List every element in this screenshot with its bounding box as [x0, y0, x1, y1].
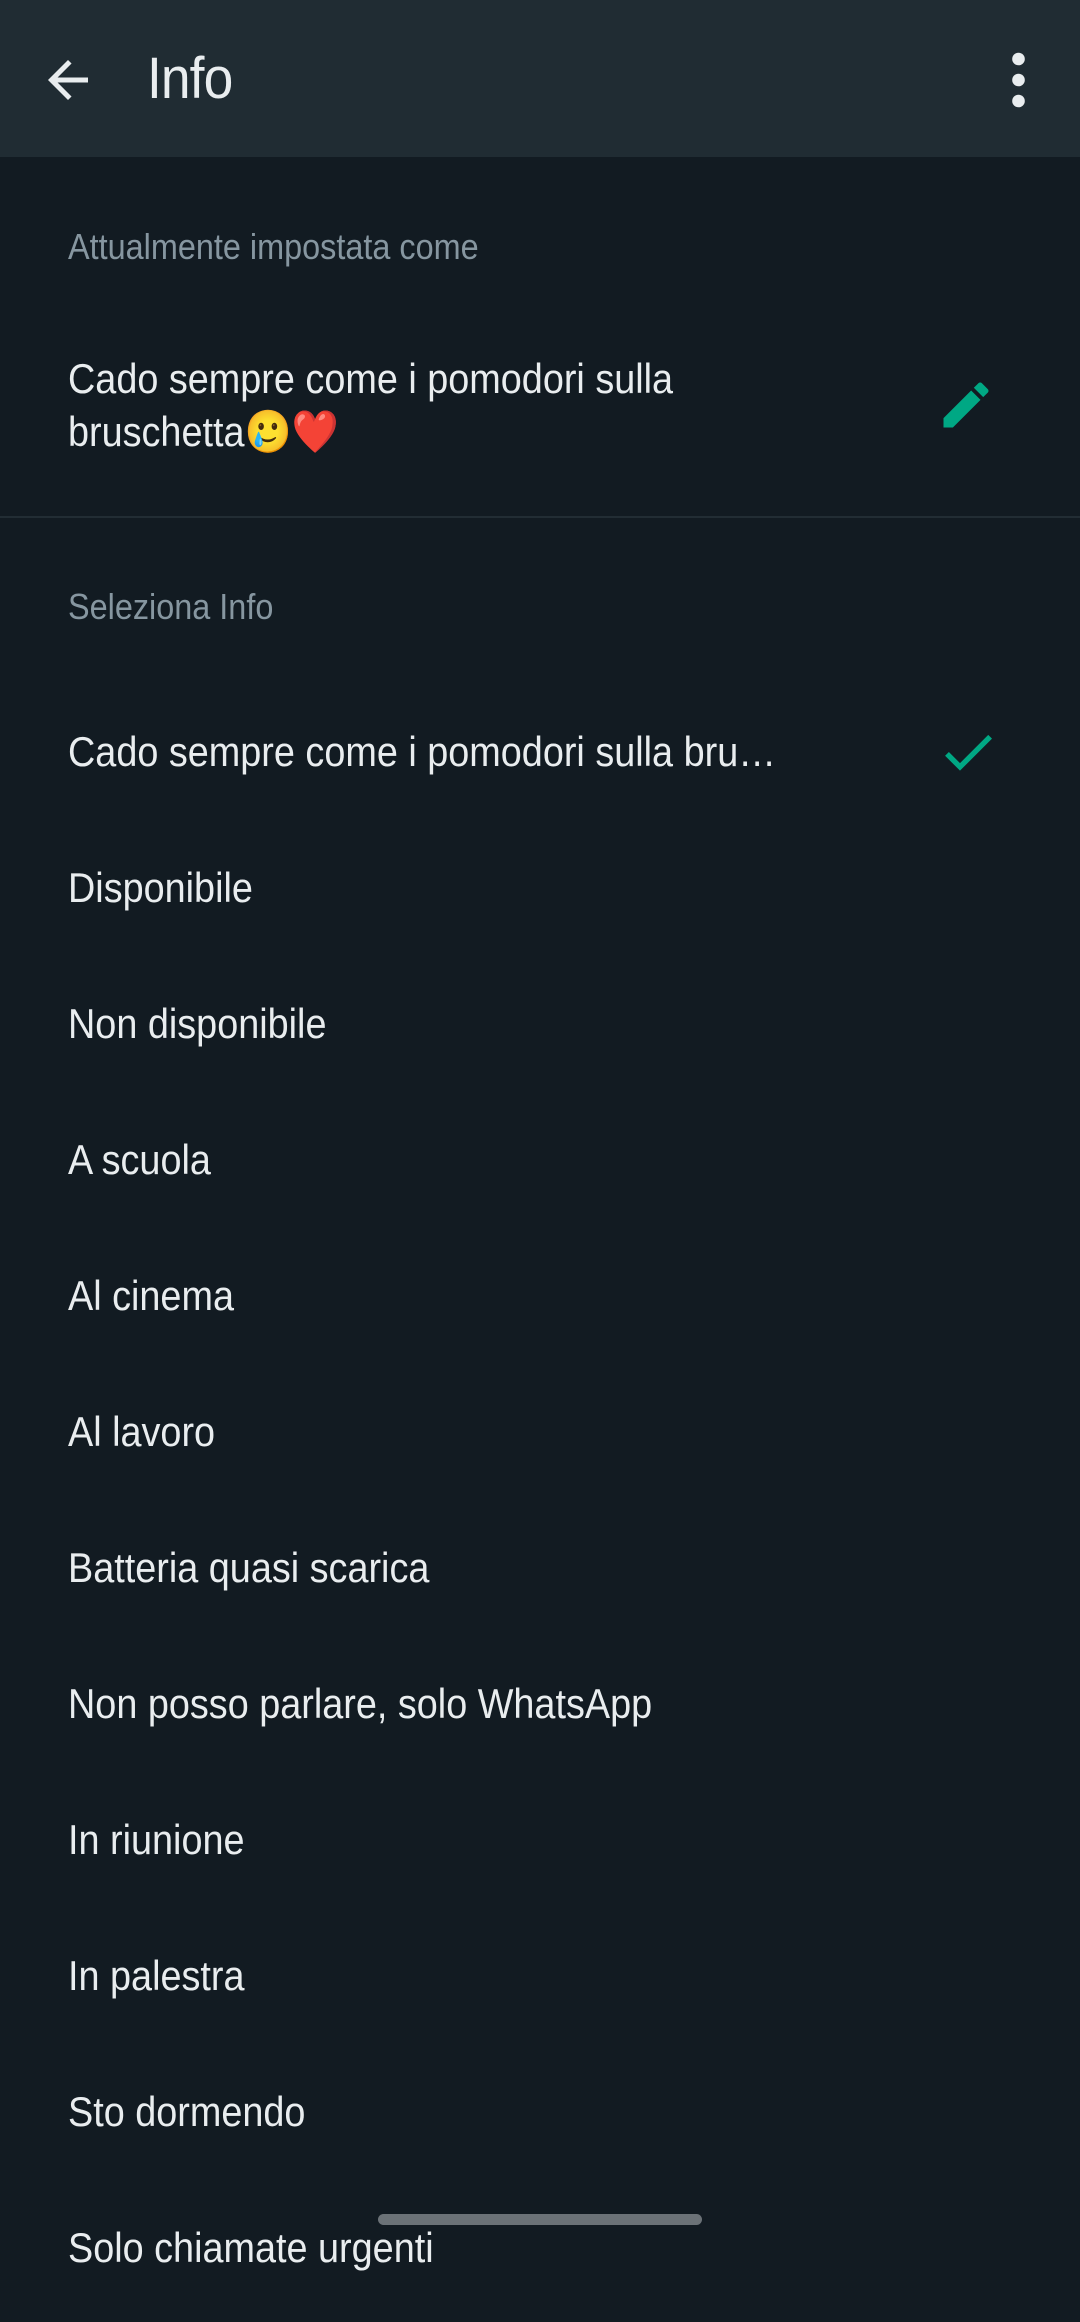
- status-option[interactable]: Solo chiamate urgenti: [0, 2186, 1080, 2322]
- more-vertical-icon: [1012, 52, 1025, 108]
- status-option-label: Cado sempre come i pomodori sulla bru…: [68, 728, 777, 775]
- status-option[interactable]: Disponibile: [0, 826, 1080, 962]
- status-option[interactable]: In riunione: [0, 1778, 1080, 1914]
- status-option[interactable]: Cado sempre come i pomodori sulla bru…: [0, 690, 1080, 826]
- status-option[interactable]: Al cinema: [0, 1234, 1080, 1370]
- status-option[interactable]: Batteria quasi scarica: [0, 1506, 1080, 1642]
- page-title: Info: [147, 46, 233, 111]
- status-option-label: Solo chiamate urgenti: [68, 2224, 434, 2271]
- edit-status-button[interactable]: [936, 375, 996, 435]
- status-option[interactable]: Non disponibile: [0, 962, 1080, 1098]
- back-button[interactable]: [38, 50, 98, 110]
- arrow-left-icon: [48, 60, 88, 100]
- status-option[interactable]: Non posso parlare, solo WhatsApp: [0, 1642, 1080, 1778]
- status-option-label: Al lavoro: [68, 1408, 216, 1455]
- app-bar: Info: [0, 0, 1080, 157]
- checkmark-icon: [945, 734, 992, 771]
- status-option-label: Al cinema: [68, 1272, 234, 1319]
- current-status-label: Attualmente impostata come: [68, 226, 479, 267]
- more-options-button[interactable]: [996, 50, 1041, 110]
- section-divider: [0, 516, 1080, 518]
- status-options-list: Cado sempre come i pomodori sulla bru… D…: [0, 690, 1080, 2322]
- status-option-label: Non disponibile: [68, 1000, 327, 1047]
- status-option[interactable]: In palestra: [0, 1914, 1080, 2050]
- current-status-text[interactable]: Cado sempre come i pomodori sulla brusch…: [68, 352, 842, 458]
- status-option-label: Non posso parlare, solo WhatsApp: [68, 1680, 653, 1727]
- status-option-label: A scuola: [68, 1136, 211, 1183]
- status-option-label: In riunione: [68, 1816, 245, 1863]
- status-option-label: Batteria quasi scarica: [68, 1544, 430, 1591]
- select-status-label: Seleziona Info: [68, 586, 274, 627]
- home-indicator[interactable]: [378, 2214, 702, 2225]
- status-option-label: Disponibile: [68, 864, 253, 911]
- pencil-icon: [943, 382, 989, 428]
- status-option-label: In palestra: [68, 1952, 245, 1999]
- status-option[interactable]: Sto dormendo: [0, 2050, 1080, 2186]
- status-option[interactable]: Al lavoro: [0, 1370, 1080, 1506]
- status-option-label: Sto dormendo: [68, 2088, 306, 2135]
- status-option[interactable]: A scuola: [0, 1098, 1080, 1234]
